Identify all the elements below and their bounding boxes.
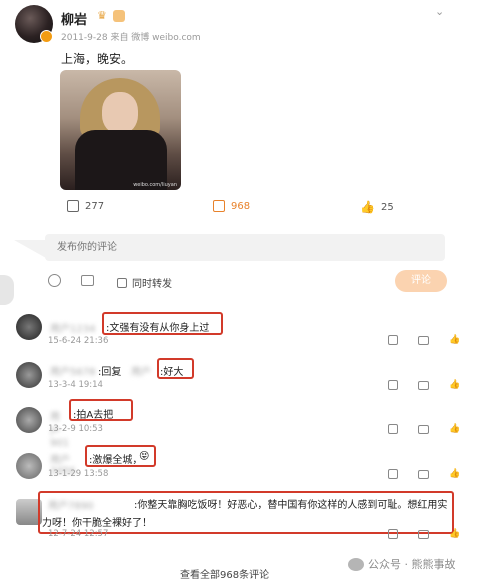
comment-input[interactable] [45,234,445,261]
post-meta: 2011-9-28 来自 微博 weibo.com [61,33,201,43]
thumbs-up-icon: 👍 [360,200,375,214]
share-icon[interactable] [388,529,398,539]
reply-target[interactable]: 用户 [131,363,151,378]
comment-icon[interactable] [418,335,429,345]
crown-icon: ♛ [97,9,107,22]
share-icon[interactable] [388,469,398,479]
share-icon[interactable] [388,335,398,345]
post-image[interactable]: weibo.com/liuyan [60,70,181,190]
watermark-text: 公众号 · 熊熊事故 [368,558,456,571]
like-count: 25 [380,201,394,213]
decorative-edge [0,275,14,305]
chevron-down-icon[interactable]: ⌄ [435,5,444,18]
repost-checkbox[interactable]: 同时转发 [117,275,172,290]
comment-icon[interactable] [418,469,429,479]
comment-time: 13-2-9 10:53 [48,424,103,434]
comment-actions: 👍 [388,529,460,539]
thumbs-up-icon[interactable]: 👍 [449,380,460,390]
comment-icon[interactable] [418,529,429,539]
image-face [102,92,138,134]
verified-badge-icon [40,30,53,43]
image-icon[interactable] [81,275,94,286]
comment-time: 15-6-24 21:36 [48,336,109,346]
comment-author[interactable]: 用户1234 [50,320,95,335]
comment-actions: 👍 [388,380,460,390]
comment-time: 12-7-24 12:57 [48,529,109,539]
thumbs-up-icon[interactable]: 👍 [449,529,460,539]
avatar[interactable] [16,407,42,433]
comment-actions: 👍 [388,469,460,479]
comment-actions: 👍 [388,335,460,345]
wechat-logo-icon [348,557,364,571]
thumbs-up-icon[interactable]: 👍 [449,469,460,479]
repost-checkbox-label: 同时转发 [132,279,172,290]
comment-actions: 👍 [388,424,460,434]
image-watermark: weibo.com/liuyan [133,182,177,188]
username[interactable]: 柳岩 [61,9,87,28]
comment-icon[interactable] [418,380,429,390]
submit-comment-button[interactable]: 评论 [395,270,447,292]
repost-count: 277 [85,200,105,212]
repost-button[interactable]: 277 [67,200,104,212]
decorative-tab [14,240,46,258]
comment-time: 13-1-29 13:58 [48,469,109,479]
reply-label: :回复 [98,367,122,378]
comment-count: 968 [231,200,251,212]
highlight-box [38,491,454,534]
avatar[interactable] [16,314,42,340]
share-icon[interactable] [388,380,398,390]
image-body [75,130,167,190]
like-button[interactable]: 👍 25 [360,200,394,214]
view-all-comments-link[interactable]: 查看全部968条评论 [180,566,269,581]
thumbs-up-icon[interactable]: 👍 [449,335,460,345]
share-icon[interactable] [388,424,398,434]
comment-icon [213,200,225,212]
comment-time: 13-3-4 19:14 [48,380,103,390]
emoji-icon[interactable] [48,274,61,287]
highlight-box [157,358,194,379]
highlight-box [69,399,133,421]
watermark: 公众号 · 熊熊事故 [348,556,456,572]
comment-author[interactable]: 用户5678 [50,363,95,378]
avatar[interactable] [16,362,42,388]
repost-icon [67,200,79,212]
checkbox-box[interactable] [117,277,127,288]
avatar[interactable] [16,453,42,479]
comment-icon[interactable] [418,424,429,434]
thumbs-up-icon[interactable]: 👍 [449,424,460,434]
highlight-box [102,312,223,335]
post-text: 上海，晚安。 [61,52,134,66]
vip-icon [113,10,125,22]
comment-button[interactable]: 968 [213,200,250,212]
highlight-box [85,445,156,467]
